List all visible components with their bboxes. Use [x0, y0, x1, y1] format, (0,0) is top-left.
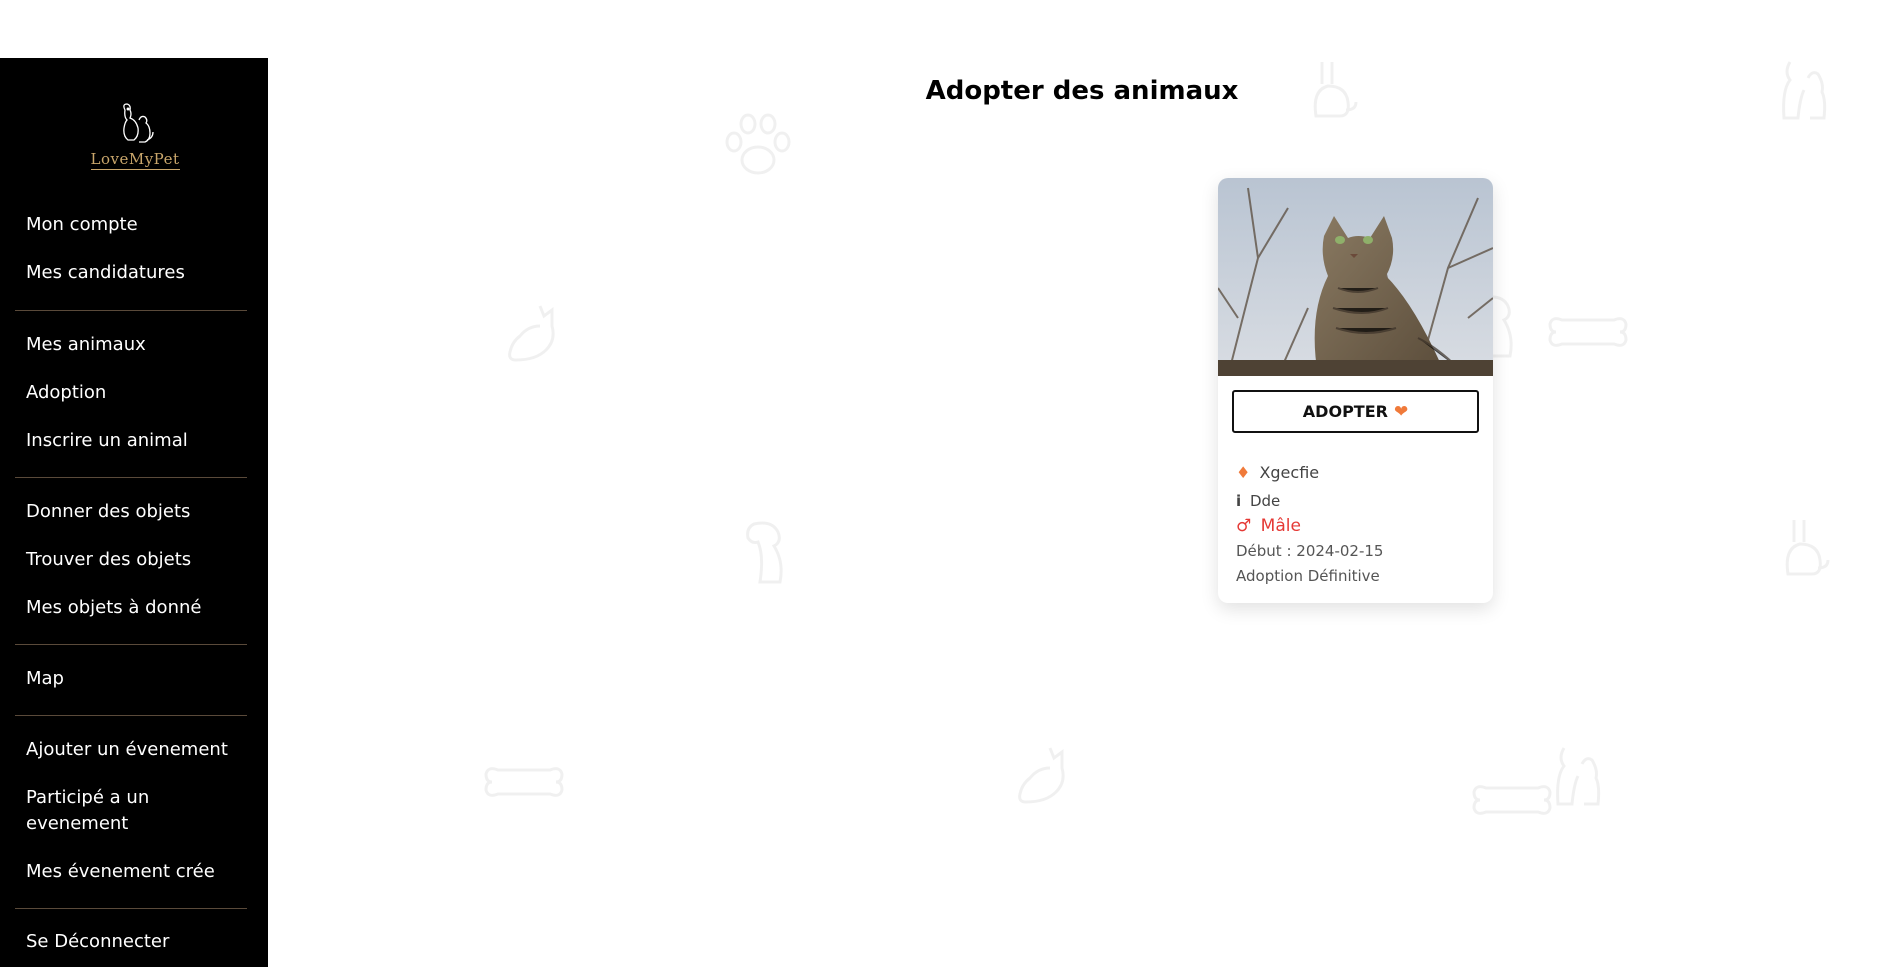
brand-logo[interactable]: LoveMyPet [80, 100, 190, 176]
sidebar-item-participe-evenement[interactable]: Participé a un evenement [26, 785, 226, 837]
info-icon: i [1236, 492, 1242, 510]
dog-cat-icon [1556, 747, 1601, 806]
sidebar-item-mes-candidatures[interactable]: Mes candidatures [26, 260, 256, 286]
animal-gender: Mâle [1260, 516, 1301, 536]
sidebar: LoveMyPet Mon compte Mes candidatures Me… [0, 58, 268, 967]
bone-icon [1548, 317, 1628, 347]
heart-icon: ❤ [1393, 401, 1409, 422]
sidebar-item-ajouter-evenement[interactable]: Ajouter un évenement [26, 737, 256, 763]
adopt-button[interactable]: ADOPTER ❤ [1232, 390, 1479, 433]
sidebar-item-inscrire-animal[interactable]: Inscrire un animal [26, 428, 256, 454]
sidebar-item-mes-evenement-cree[interactable]: Mes évenement crée [26, 859, 256, 885]
animal-name: Xgecfie [1259, 463, 1320, 482]
cat-icon [1018, 747, 1065, 804]
fire-icon: ♦ [1236, 463, 1251, 482]
animal-description-row: i Dde [1236, 492, 1280, 510]
sidebar-item-mon-compte[interactable]: Mon compte [26, 212, 256, 238]
bone-icon [1472, 785, 1552, 815]
cat-icon [508, 305, 555, 362]
animal-gender-row: ♂ Mâle [1236, 516, 1301, 536]
rabbit-icon [1785, 520, 1830, 576]
sidebar-divider [15, 908, 247, 909]
dog-cat-logo-icon [123, 103, 154, 143]
sidebar-divider [15, 310, 247, 311]
page-title: Adopter des animaux [925, 76, 1239, 106]
adoption-start-date: Début : 2024-02-15 [1236, 542, 1384, 560]
sidebar-item-adoption[interactable]: Adoption [26, 380, 256, 406]
adopt-button-label: ADOPTER [1302, 402, 1388, 421]
dog-icon [746, 521, 783, 584]
sidebar-item-map[interactable]: Map [26, 666, 256, 692]
male-symbol-icon: ♂ [1236, 516, 1252, 536]
sidebar-item-se-deconnecter[interactable]: Se Déconnecter [26, 929, 256, 955]
bone-icon [484, 767, 564, 797]
cat-photo [1218, 178, 1493, 376]
main-content: Adopter des animaux ADOPTER ❤ ♦ Xgecfie … [268, 0, 1896, 967]
sidebar-item-donner-objets[interactable]: Donner des objets [26, 499, 256, 525]
adoption-type: Adoption Définitive [1236, 567, 1380, 585]
brand-name: LoveMyPet [90, 150, 180, 170]
animal-card: ADOPTER ❤ ♦ Xgecfie i Dde ♂ Mâle Début :… [1218, 178, 1493, 603]
paw-print-icon [725, 113, 791, 175]
sidebar-item-mes-objets[interactable]: Mes objets à donné [26, 595, 256, 621]
sidebar-divider [15, 715, 247, 716]
sidebar-item-mes-animaux[interactable]: Mes animaux [26, 332, 256, 358]
animal-name-row: ♦ Xgecfie [1236, 463, 1319, 482]
sidebar-divider [15, 477, 247, 478]
sidebar-divider [15, 644, 247, 645]
sidebar-item-trouver-objets[interactable]: Trouver des objets [26, 547, 256, 573]
animal-description: Dde [1249, 492, 1281, 510]
